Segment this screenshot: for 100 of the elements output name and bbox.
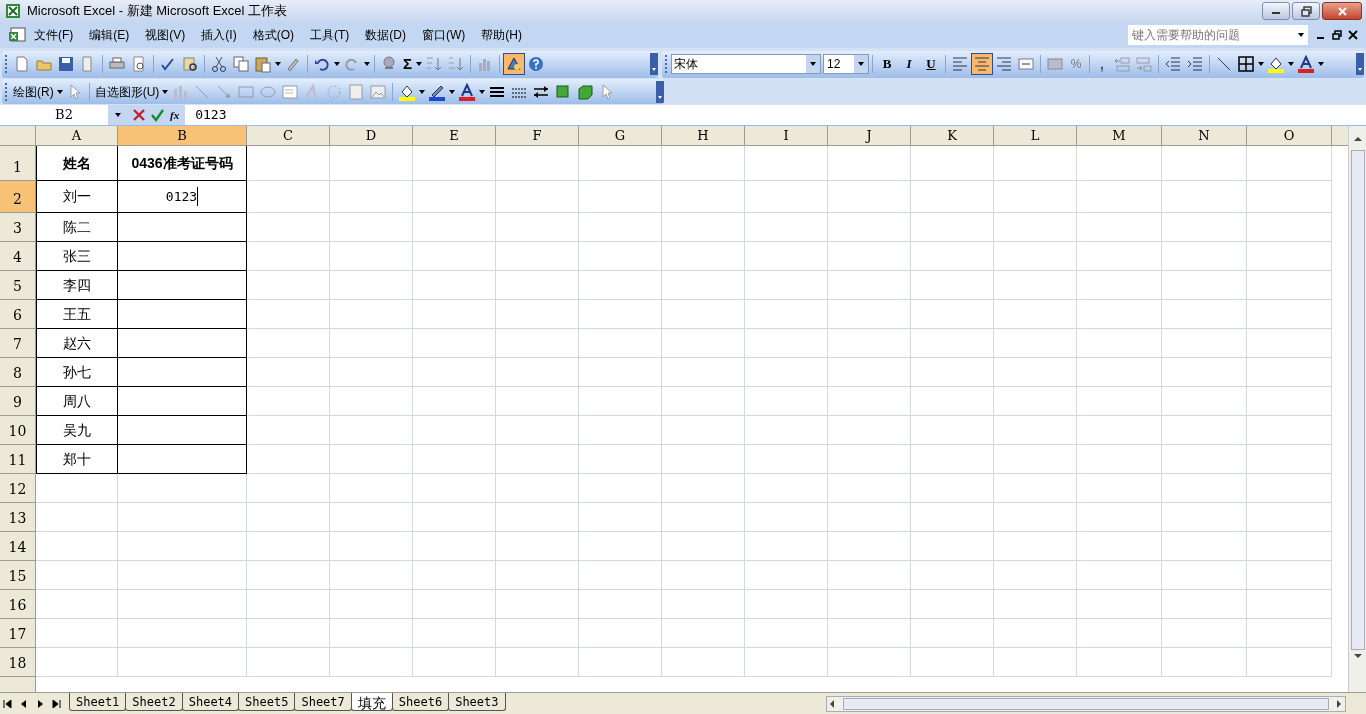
diagram-icon[interactable] xyxy=(325,82,344,101)
menu-item[interactable]: 格式(O) xyxy=(244,24,302,46)
row-header[interactable]: 16 xyxy=(0,590,36,619)
caret-icon[interactable] xyxy=(478,87,487,96)
research-icon[interactable] xyxy=(181,55,199,73)
row-header[interactable]: 8 xyxy=(0,358,36,387)
row-header[interactable]: 4 xyxy=(0,242,36,271)
row-header[interactable]: 7 xyxy=(0,329,36,358)
menu-item[interactable]: 编辑(E) xyxy=(81,24,138,46)
toolbar-options-icon[interactable] xyxy=(1356,53,1364,75)
sheet-tab[interactable]: Sheet6 xyxy=(391,693,450,711)
restore-icon[interactable] xyxy=(1332,30,1342,40)
column-header[interactable]: I xyxy=(745,126,828,146)
restore-icon[interactable] xyxy=(1300,5,1312,17)
column-header[interactable]: B xyxy=(118,126,247,146)
column-header[interactable]: O xyxy=(1247,126,1332,146)
row-header[interactable]: 3 xyxy=(0,213,36,242)
enter-checkmark-icon[interactable] xyxy=(150,108,164,122)
text-box-icon[interactable] xyxy=(281,82,300,101)
column-header[interactable]: A xyxy=(36,126,118,146)
column-header[interactable]: J xyxy=(828,126,911,146)
caret-icon[interactable] xyxy=(809,60,817,68)
row-header[interactable]: 14 xyxy=(0,532,36,561)
sheet-tab[interactable]: Sheet7 xyxy=(294,693,352,711)
row-header[interactable]: 18 xyxy=(0,648,36,677)
column-header[interactable]: E xyxy=(413,126,496,146)
caret-icon[interactable] xyxy=(114,111,122,119)
menu-item[interactable]: 帮助(H) xyxy=(473,24,530,46)
row-header[interactable]: 2 xyxy=(0,181,36,213)
row-header[interactable]: 1 xyxy=(0,146,36,181)
cut-icon[interactable] xyxy=(210,55,228,73)
close-button[interactable] xyxy=(1322,2,1362,20)
column-header[interactable]: C xyxy=(247,126,330,146)
draw-menu-button[interactable]: 绘图(R) xyxy=(11,80,56,103)
save-icon[interactable] xyxy=(57,55,75,73)
row-header[interactable]: 10 xyxy=(0,416,36,445)
sheet-tab[interactable]: 填充 xyxy=(350,693,393,711)
paste-icon[interactable] xyxy=(254,55,272,73)
font-size-dropdown[interactable]: 12 xyxy=(823,54,869,74)
column-header[interactable]: K xyxy=(911,126,994,146)
empty-cell[interactable] xyxy=(118,242,247,271)
caret-icon[interactable] xyxy=(161,87,170,96)
caret-icon[interactable] xyxy=(55,87,64,96)
row-header[interactable]: 12 xyxy=(0,474,36,503)
increase-indent-icon[interactable] xyxy=(1186,55,1204,73)
first-sheet-icon[interactable] xyxy=(2,697,14,710)
column-header[interactable]: D xyxy=(330,126,413,146)
toolbar-options-icon[interactable] xyxy=(656,80,664,103)
empty-cell[interactable] xyxy=(118,387,247,416)
close-icon[interactable] xyxy=(1348,30,1358,40)
font-color-icon[interactable] xyxy=(458,82,477,101)
toolbar-options-icon[interactable] xyxy=(650,53,658,75)
autosum-button[interactable]: Σ xyxy=(403,52,412,76)
caret-icon[interactable] xyxy=(448,87,457,96)
last-sheet-icon[interactable] xyxy=(50,697,62,710)
help-icon[interactable] xyxy=(527,55,545,73)
vertical-scrollbar[interactable] xyxy=(1348,126,1366,692)
line-icon[interactable] xyxy=(1215,55,1233,73)
menu-item[interactable]: 数据(D) xyxy=(357,24,414,46)
underline-button[interactable]: U xyxy=(920,53,942,75)
row-header[interactable]: 13 xyxy=(0,503,36,532)
column-header[interactable]: M xyxy=(1077,126,1162,146)
menu-item[interactable]: 工具(T) xyxy=(302,24,358,46)
caret-icon[interactable] xyxy=(274,60,282,68)
caret-icon[interactable] xyxy=(363,60,371,68)
sort-descending-icon[interactable] xyxy=(447,55,465,73)
help-search-field[interactable]: 键入需要帮助的问题 xyxy=(1128,25,1308,45)
row-header[interactable]: 17 xyxy=(0,619,36,648)
select-all-button[interactable] xyxy=(0,126,36,146)
empty-cell[interactable] xyxy=(118,416,247,445)
decrease-decimal-icon[interactable] xyxy=(1135,55,1153,73)
caret-icon[interactable] xyxy=(1297,31,1305,39)
sheet-tab[interactable]: Sheet3 xyxy=(448,693,506,711)
empty-cell[interactable] xyxy=(118,213,247,242)
menu-item[interactable]: 插入(I) xyxy=(193,24,245,46)
caret-icon[interactable] xyxy=(415,60,423,68)
row-header[interactable]: 5 xyxy=(0,271,36,300)
new-document-icon[interactable] xyxy=(13,55,31,73)
caret-icon[interactable] xyxy=(418,87,427,96)
menu-item[interactable]: 文件(F) xyxy=(26,24,82,46)
sheet-tab[interactable]: Sheet2 xyxy=(125,693,183,711)
row-header[interactable]: 9 xyxy=(0,387,36,416)
3d-box-icon[interactable] xyxy=(576,82,595,101)
borders-icon[interactable] xyxy=(1237,55,1255,73)
column-header[interactable]: H xyxy=(662,126,745,146)
caret-icon[interactable] xyxy=(1317,60,1325,68)
comma-button[interactable]: , xyxy=(1093,53,1111,75)
row-header[interactable]: 11 xyxy=(0,445,36,474)
autoshapes-menu-button[interactable]: 自选图形(U) xyxy=(92,80,162,103)
empty-cell[interactable] xyxy=(118,445,247,474)
font-dropdown[interactable]: 宋体 xyxy=(671,54,821,74)
column-header[interactable]: G xyxy=(579,126,662,146)
empty-cell[interactable] xyxy=(118,329,247,358)
minimize-button[interactable] xyxy=(1262,2,1290,20)
italic-button[interactable]: I xyxy=(898,53,920,75)
sheet-tab[interactable]: Sheet4 xyxy=(181,693,240,711)
column-header[interactable]: L xyxy=(994,126,1077,146)
formula-input-field[interactable]: 0123 xyxy=(185,105,1366,125)
increase-decimal-icon[interactable] xyxy=(1113,55,1131,73)
decrease-indent-icon[interactable] xyxy=(1164,55,1182,73)
